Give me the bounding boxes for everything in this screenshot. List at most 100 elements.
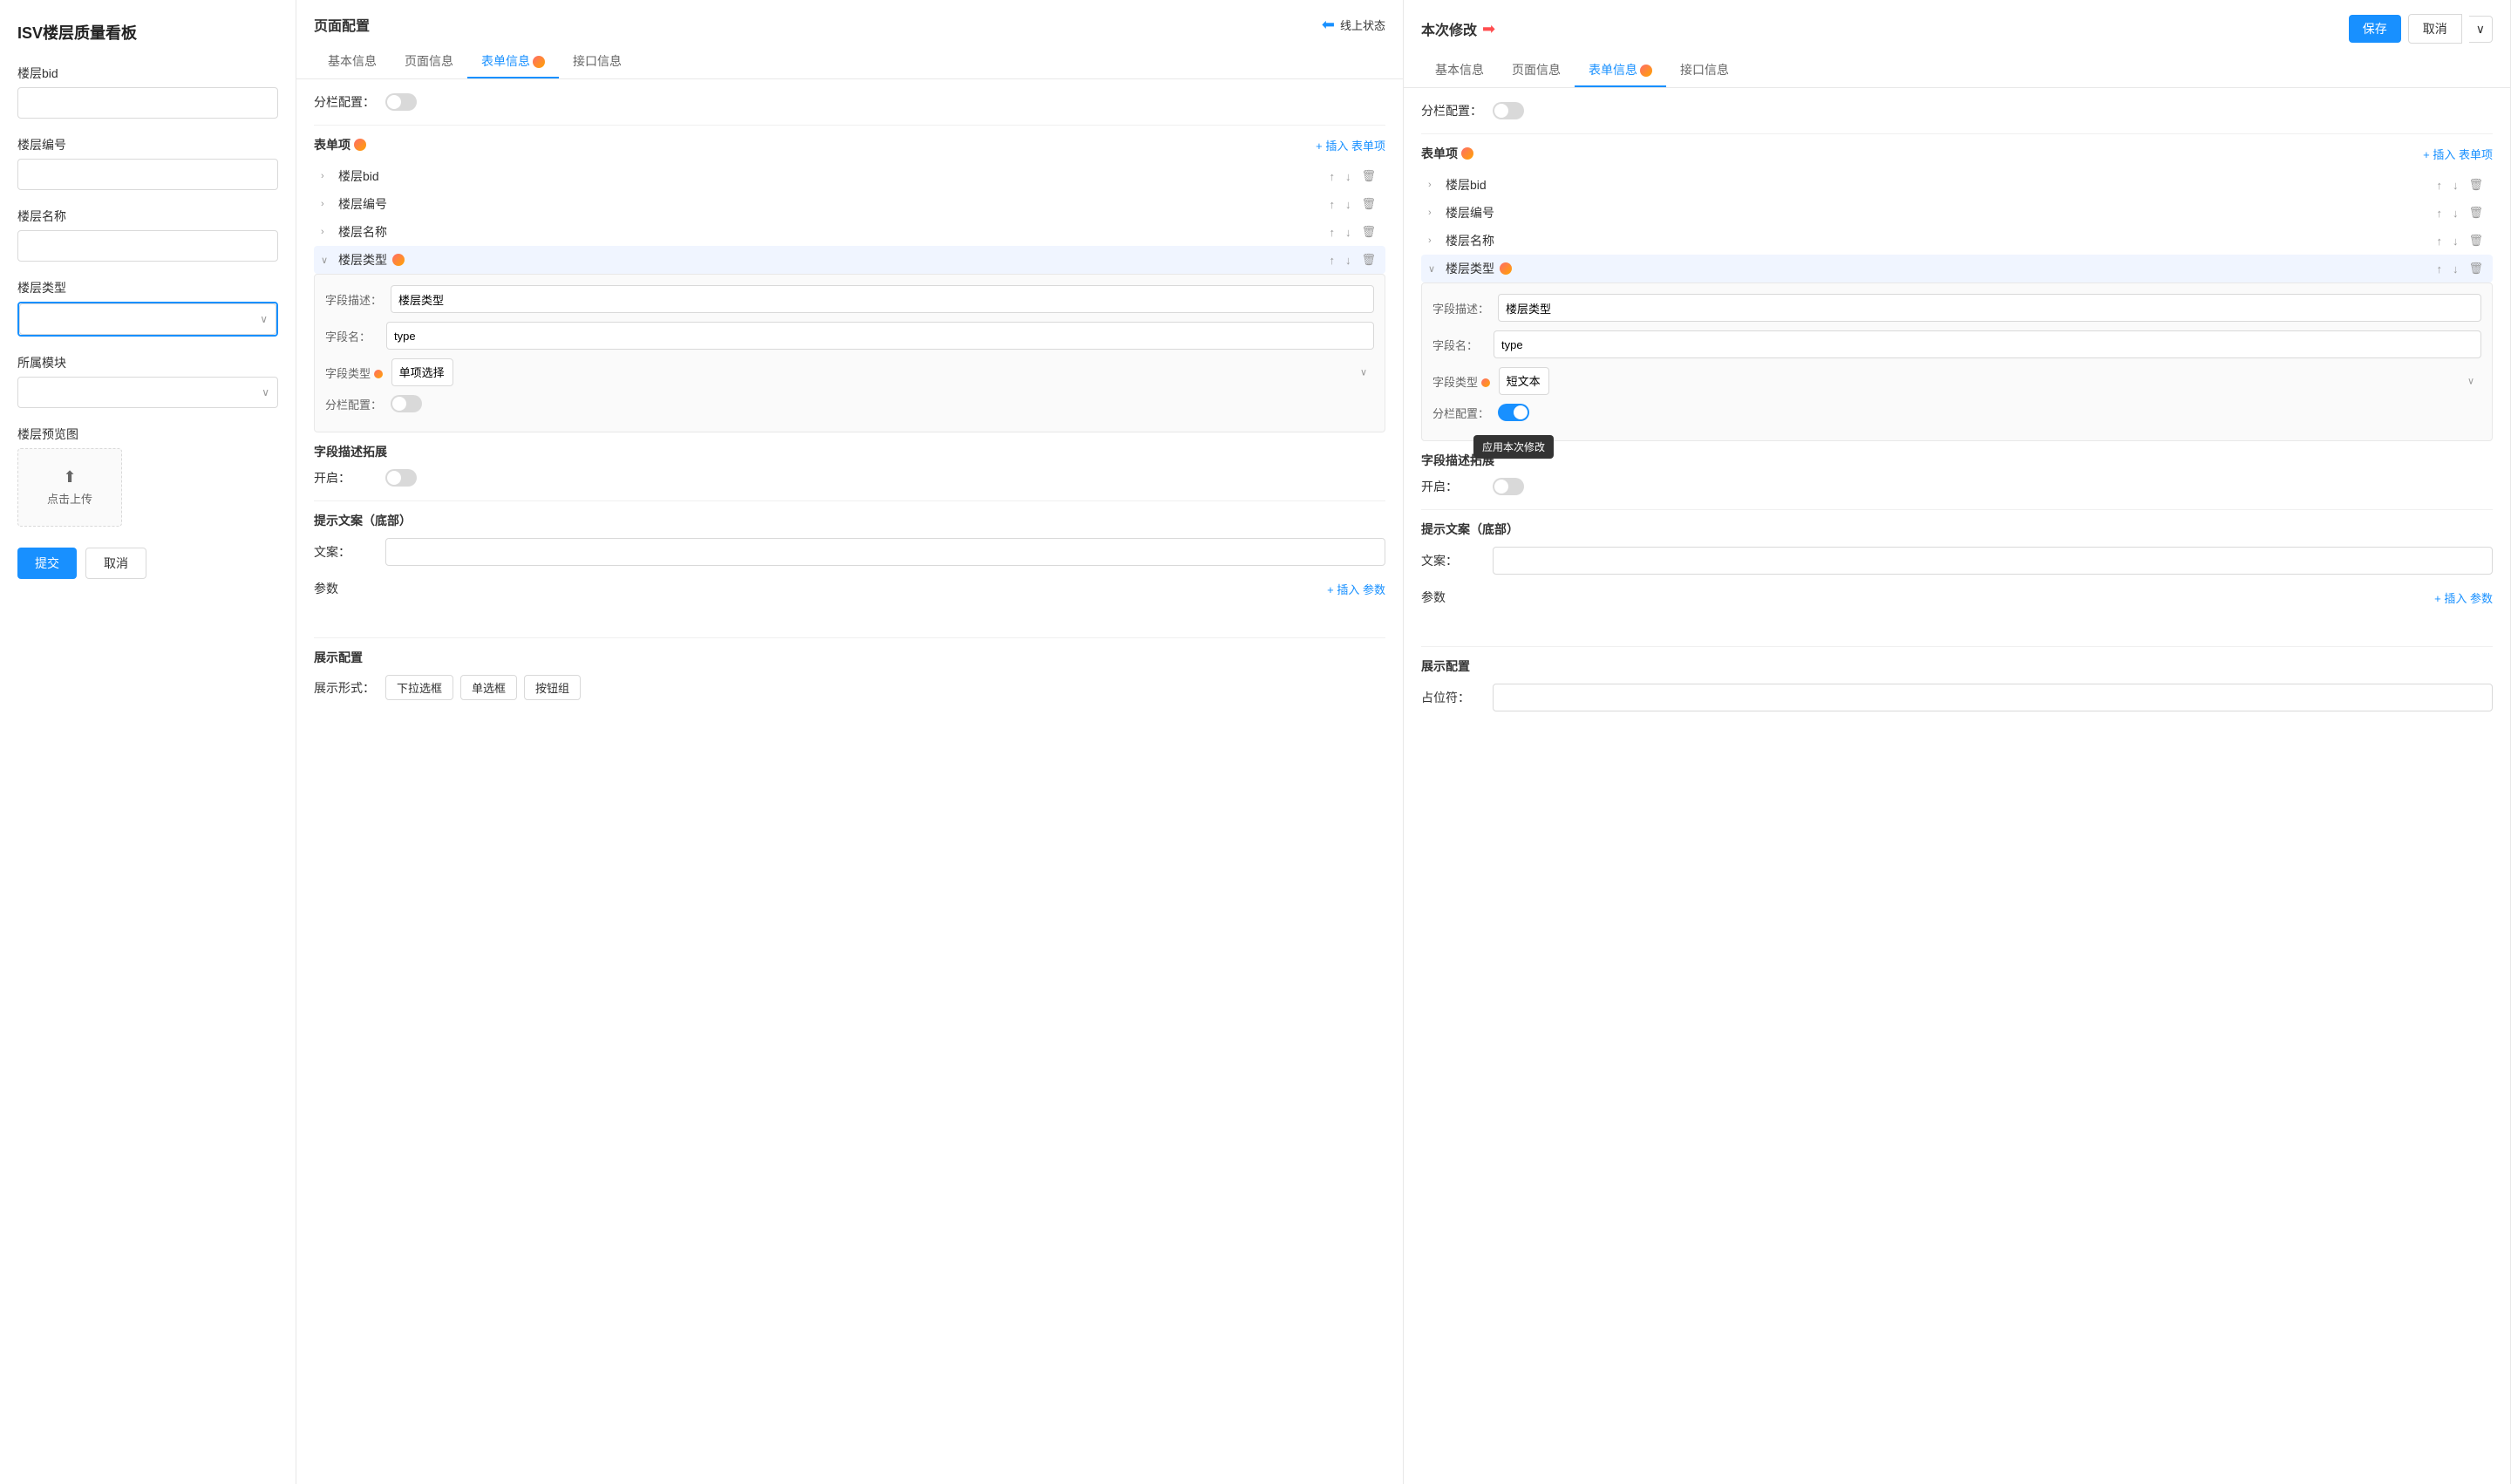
middle-form-items-header: 表单项 + 插入 表单项 (314, 136, 1385, 153)
apply-tooltip-wrapper: 应用本次修改 (1498, 404, 1529, 421)
label-module: 所属模块 (17, 354, 278, 371)
right-tip-copy-row: 文案： (1421, 547, 2493, 575)
form-item-number: 楼层编号 (17, 136, 278, 190)
display-option-radio[interactable]: 单选框 (460, 675, 517, 700)
middle-display-label: 展示形式： (314, 679, 375, 697)
field-split-toggle[interactable] (391, 395, 422, 412)
right-field-name-input[interactable] (1494, 330, 2481, 358)
middle-split-label: 分栏配置： (314, 93, 375, 111)
down-btn-name[interactable]: ↓ (1343, 224, 1354, 241)
form-list-item-name[interactable]: › 楼层名称 ↑ ↓ 🗑 (314, 218, 1385, 246)
tab-basic-info-right[interactable]: 基本信息 (1421, 54, 1498, 87)
field-desc-row: 字段描述： (325, 285, 1374, 313)
right-form-list-item-bid[interactable]: › 楼层bid ↑ ↓ 🗑 (1421, 171, 2493, 199)
more-button[interactable]: ∨ (2469, 16, 2493, 43)
right-field-desc-input[interactable] (1498, 294, 2481, 322)
form-buttons: 提交 取消 (17, 548, 278, 579)
right-up-btn-bid[interactable]: ↑ (2433, 177, 2445, 194)
up-btn-number[interactable]: ↑ (1326, 196, 1337, 213)
middle-panel-body: 分栏配置： 表单项 + 插入 表单项 › 楼层bid ↑ (296, 79, 1403, 728)
down-btn-bid[interactable]: ↓ (1343, 168, 1354, 185)
delete-btn-type[interactable]: 🗑 (1358, 251, 1378, 269)
middle-form-items-title-text: 表单项 (314, 136, 350, 153)
middle-tip-copy-input[interactable] (385, 538, 1385, 566)
tab-form-info-right[interactable]: 表单信息 (1575, 54, 1666, 87)
delete-btn-name[interactable]: 🗑 (1358, 223, 1378, 241)
field-split-row: 分栏配置： (325, 395, 1374, 412)
upload-box[interactable]: ⬆ 点击上传 (17, 448, 122, 527)
middle-insert-form-item[interactable]: + 插入 表单项 (1316, 137, 1385, 153)
right-field-type-select[interactable]: 短文本 (1499, 367, 1549, 395)
right-down-btn-number[interactable]: ↓ (2450, 205, 2461, 221)
middle-split-toggle[interactable] (385, 93, 417, 111)
right-tip-copy-input[interactable] (1493, 547, 2493, 575)
right-divider-3 (1421, 646, 2493, 647)
tab-api-info-middle[interactable]: 接口信息 (559, 45, 636, 78)
save-button[interactable]: 保存 (2349, 15, 2401, 43)
field-type-label: 字段类型 (325, 364, 383, 381)
right-split-config-row: 分栏配置： (1421, 102, 2493, 119)
submit-button[interactable]: 提交 (17, 548, 77, 579)
right-up-btn-type[interactable]: ↑ (2433, 261, 2445, 277)
right-header-top: 本次修改 ➡ 保存 取消 ∨ (1421, 14, 2493, 44)
field-type-select[interactable]: 单项选择 (391, 358, 453, 386)
select-module[interactable] (17, 377, 278, 408)
right-delete-btn-bid[interactable]: 🗑 (2466, 176, 2486, 194)
tab-basic-info-middle[interactable]: 基本信息 (314, 45, 391, 78)
delete-btn-bid[interactable]: 🗑 (1358, 167, 1378, 185)
tab-api-info-right[interactable]: 接口信息 (1666, 54, 1743, 87)
display-option-buttons[interactable]: 按钮组 (524, 675, 581, 700)
cancel-button[interactable]: 取消 (85, 548, 146, 579)
down-btn-type[interactable]: ↓ (1343, 252, 1354, 269)
right-insert-form-item[interactable]: + 插入 表单项 (2423, 146, 2493, 162)
right-field-split-toggle[interactable] (1498, 404, 1529, 421)
right-chevron-right-bid: › (1428, 180, 1440, 190)
right-down-btn-name[interactable]: ↓ (2450, 233, 2461, 249)
cancel-button-right[interactable]: 取消 (2408, 14, 2462, 44)
display-option-dropdown[interactable]: 下拉选框 (385, 675, 453, 700)
right-field-detail: 字段描述： 字段名： 字段类型 短文本 (1421, 283, 2493, 441)
field-name-input[interactable] (386, 322, 1374, 350)
tab-page-info-middle[interactable]: 页面信息 (391, 45, 467, 78)
form-list-label-bid: 楼层bid (338, 167, 379, 185)
input-name[interactable] (17, 230, 278, 262)
field-desc-input[interactable] (391, 285, 1374, 313)
left-arrow-icon: ⬅ (1322, 16, 1335, 34)
right-delete-btn-number[interactable]: 🗑 (2466, 204, 2486, 221)
right-insert-params[interactable]: + 插入 参数 (2434, 589, 2493, 606)
tab-page-info-right[interactable]: 页面信息 (1498, 54, 1575, 87)
right-down-btn-bid[interactable]: ↓ (2450, 177, 2461, 194)
form-list-item-type[interactable]: ∨ 楼层类型 ↑ ↓ 🗑 (314, 246, 1385, 274)
delete-btn-number[interactable]: 🗑 (1358, 195, 1378, 213)
form-item-module: 所属模块 (17, 354, 278, 408)
right-up-btn-name[interactable]: ↑ (2433, 233, 2445, 249)
up-btn-name[interactable]: ↑ (1326, 224, 1337, 241)
input-number[interactable] (17, 159, 278, 190)
right-up-btn-number[interactable]: ↑ (2433, 205, 2445, 221)
right-placeholder-input[interactable] (1493, 684, 2493, 711)
form-items-icon (354, 139, 366, 151)
right-form-list-item-number[interactable]: › 楼层编号 ↑ ↓ 🗑 (1421, 199, 2493, 227)
right-form-list-item-name[interactable]: › 楼层名称 ↑ ↓ 🗑 (1421, 227, 2493, 255)
middle-extension-toggle[interactable] (385, 469, 417, 487)
field-type-row: 字段类型 单项选择 (325, 358, 1374, 386)
right-delete-btn-type[interactable]: 🗑 (2466, 260, 2486, 277)
right-divider-1 (1421, 133, 2493, 134)
right-extension-toggle[interactable] (1493, 478, 1524, 495)
field-name-row: 字段名： (325, 322, 1374, 350)
tab-form-info-middle[interactable]: 表单信息 (467, 45, 559, 78)
middle-insert-params[interactable]: + 插入 参数 (1327, 581, 1385, 597)
up-btn-type[interactable]: ↑ (1326, 252, 1337, 269)
field-name-label: 字段名： (325, 328, 378, 344)
right-down-btn-type[interactable]: ↓ (2450, 261, 2461, 277)
form-list-item-bid[interactable]: › 楼层bid ↑ ↓ 🗑 (314, 162, 1385, 190)
select-type[interactable] (19, 303, 276, 335)
right-delete-btn-name[interactable]: 🗑 (2466, 232, 2486, 249)
right-split-toggle[interactable] (1493, 102, 1524, 119)
chevron-right-name: › (321, 227, 333, 237)
down-btn-number[interactable]: ↓ (1343, 196, 1354, 213)
form-list-item-number[interactable]: › 楼层编号 ↑ ↓ 🗑 (314, 190, 1385, 218)
input-bid[interactable] (17, 87, 278, 119)
right-form-list-item-type[interactable]: ∨ 楼层类型 ↑ ↓ 🗑 (1421, 255, 2493, 283)
up-btn-bid[interactable]: ↑ (1326, 168, 1337, 185)
